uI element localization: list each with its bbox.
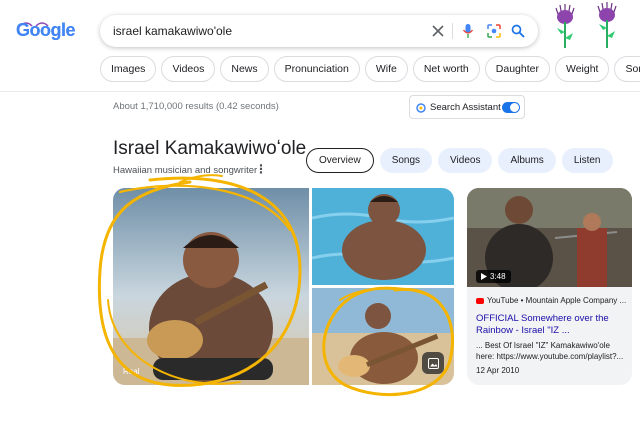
duration-text: 3:48 [490,272,506,281]
image-view-icon[interactable] [422,352,444,374]
assistant-label: Search Assistant [430,102,501,113]
play-icon [481,273,487,280]
youtube-icon [476,297,484,304]
search-input[interactable]: israel kamakawiwo'ole [113,24,232,38]
video-duration: 3:48 [476,270,511,283]
results-count: About 1,710,000 results (0.42 seconds) [113,101,279,112]
entity-subtitle: Hawaiian musician and songwriter [113,165,258,176]
more-options-icon[interactable]: ⋮ [255,162,267,176]
chip-videos[interactable]: Videos [161,56,216,82]
lens-icon[interactable] [484,21,504,41]
chip-song[interactable]: Song [614,56,640,82]
video-title-link[interactable]: OFFICIAL Somewhere over the Rainbow - Is… [476,313,628,337]
chip-net-worth[interactable]: Net worth [412,56,480,82]
video-source: YouTube • Mountain Apple Company ... [476,296,626,305]
search-header: Google israel kamakawiwo'ole Images Vide… [0,0,640,92]
source-text: YouTube • Mountain Apple Company ... [487,296,627,305]
thistle-doodle-icon [597,2,617,48]
search-divider [452,23,453,39]
video-description: ... Best Of Israel "IZ" Kamakawiwo'ole h… [476,341,624,361]
search-icon[interactable] [508,21,528,41]
header-divider [0,91,640,92]
clear-icon[interactable] [428,21,448,41]
entity-tabs: Overview Songs Videos Albums Listen [306,148,613,173]
photo-man-in-pool[interactable] [312,188,454,285]
tab-songs[interactable]: Songs [379,148,433,173]
thistle-doodle-icon [555,4,575,48]
chip-wife[interactable]: Wife [364,56,408,82]
chip-news[interactable]: News [220,56,269,82]
chip-daughter[interactable]: Daughter [484,56,550,82]
search-assistant-toggle[interactable]: Search Assistant [409,95,525,119]
search-box[interactable]: israel kamakawiwo'ole [100,15,538,47]
tab-videos[interactable]: Videos [438,148,493,173]
google-doodle-logo[interactable]: Google [14,18,76,46]
assistant-icon [416,103,426,113]
assistant-switch[interactable] [502,102,520,113]
logo-text: Google [16,20,76,40]
image-caption: Real [123,367,140,376]
tab-listen[interactable]: Listen [561,148,613,173]
photo-man-with-ukulele[interactable] [113,188,309,385]
video-date: 12 Apr 2010 [476,366,520,375]
microphone-icon[interactable] [458,21,478,41]
tab-albums[interactable]: Albums [498,148,556,173]
image-gallery: Real [113,188,454,385]
entity-title: Israel Kamakawiwoʻole [113,138,307,159]
chip-images[interactable]: Images [100,56,157,82]
filter-chips: Images Videos News Pronunciation Wife Ne… [100,56,640,82]
chip-pronunciation[interactable]: Pronunciation [273,56,360,82]
tab-overview[interactable]: Overview [306,148,374,173]
video-result-card[interactable]: 3:48 YouTube • Mountain Apple Company ..… [467,188,632,385]
chip-weight[interactable]: Weight [554,56,610,82]
